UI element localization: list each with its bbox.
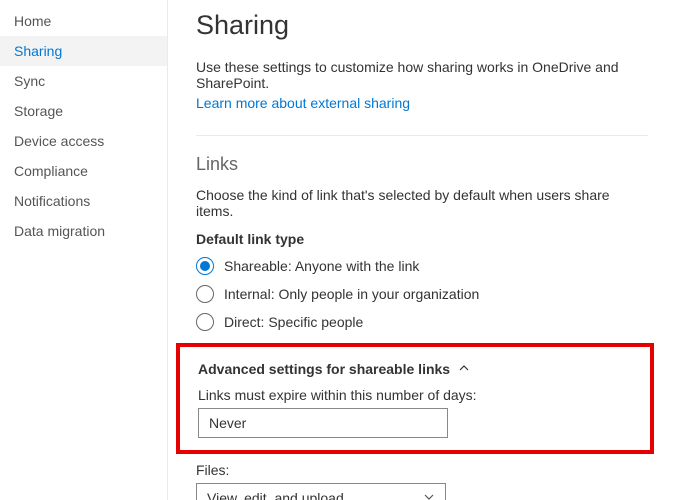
section-divider	[196, 135, 648, 136]
advanced-settings-toggle[interactable]: Advanced settings for shareable links	[198, 361, 632, 377]
advanced-toggle-label: Advanced settings for shareable links	[198, 361, 450, 377]
page-title: Sharing	[196, 10, 648, 41]
radio-label: Shareable: Anyone with the link	[224, 258, 419, 274]
select-value: View, edit, and upload	[207, 490, 344, 500]
sidebar-item-compliance[interactable]: Compliance	[0, 156, 167, 186]
chevron-down-icon	[423, 490, 435, 500]
sidebar-item-data-migration[interactable]: Data migration	[0, 216, 167, 246]
radio-internal[interactable]: Internal: Only people in your organizati…	[196, 285, 648, 303]
radio-direct[interactable]: Direct: Specific people	[196, 313, 648, 331]
default-link-type-label: Default link type	[196, 231, 648, 247]
settings-sidebar: Home Sharing Sync Storage Device access …	[0, 0, 168, 500]
links-section-desc: Choose the kind of link that's selected …	[196, 187, 648, 219]
sidebar-item-sync[interactable]: Sync	[0, 66, 167, 96]
default-link-type-radio-group: Shareable: Anyone with the link Internal…	[196, 257, 648, 331]
chevron-up-icon	[458, 361, 470, 377]
radio-shareable[interactable]: Shareable: Anyone with the link	[196, 257, 648, 275]
sidebar-item-sharing[interactable]: Sharing	[0, 36, 167, 66]
links-section-title: Links	[196, 154, 648, 175]
files-permission-select[interactable]: View, edit, and upload	[196, 483, 446, 500]
expire-label: Links must expire within this number of …	[198, 387, 632, 403]
files-label: Files:	[196, 462, 648, 478]
learn-more-link[interactable]: Learn more about external sharing	[196, 95, 410, 111]
main-content: Sharing Use these settings to customize …	[168, 0, 676, 500]
radio-icon	[196, 285, 214, 303]
radio-label: Internal: Only people in your organizati…	[224, 286, 479, 302]
radio-icon	[196, 313, 214, 331]
radio-label: Direct: Specific people	[224, 314, 363, 330]
highlight-annotation: Advanced settings for shareable links Li…	[176, 343, 654, 454]
sidebar-item-home[interactable]: Home	[0, 6, 167, 36]
files-block: Files: View, edit, and upload	[196, 462, 648, 500]
intro-text: Use these settings to customize how shar…	[196, 59, 648, 91]
radio-icon	[196, 257, 214, 275]
sidebar-item-device-access[interactable]: Device access	[0, 126, 167, 156]
sidebar-item-storage[interactable]: Storage	[0, 96, 167, 126]
sidebar-item-notifications[interactable]: Notifications	[0, 186, 167, 216]
expire-days-input[interactable]	[198, 408, 448, 438]
